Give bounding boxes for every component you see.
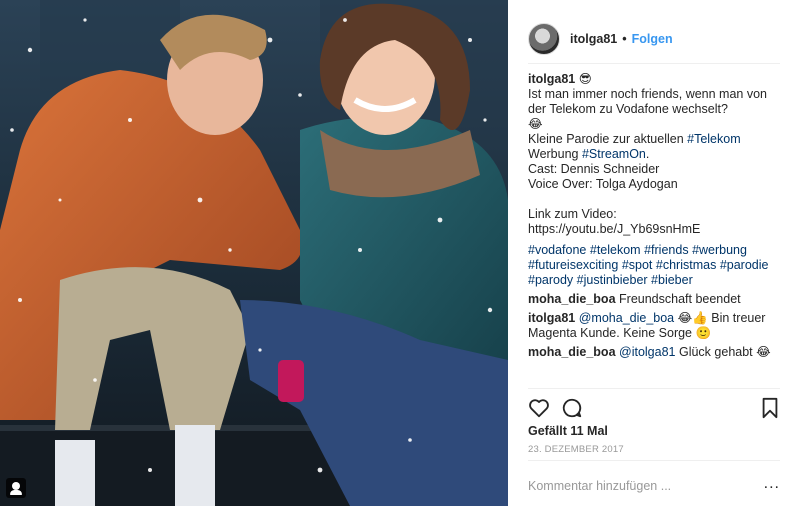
caption-line-3-suffix: . bbox=[645, 147, 650, 161]
caption-line-3-prefix: Werbung bbox=[528, 147, 582, 161]
hashtag-link[interactable]: #parody bbox=[528, 273, 573, 287]
avatar[interactable] bbox=[528, 22, 560, 55]
comment-username[interactable]: moha_die_boa bbox=[528, 292, 616, 306]
user-tag-icon[interactable] bbox=[6, 478, 26, 498]
instagram-post: itolga81 • Folgen itolga81 😎 Ist man imm… bbox=[0, 0, 790, 506]
hashtag-link[interactable]: #StreamOn bbox=[582, 147, 646, 161]
hashtag-link[interactable]: #bieber bbox=[651, 273, 693, 287]
caption-voice-over: Voice Over: Tolga Aydogan bbox=[528, 177, 678, 191]
hashtag-link[interactable]: #friends bbox=[644, 243, 688, 257]
comment: moha_die_boa Freundschaft beendet bbox=[528, 292, 780, 307]
tears-of-joy-emoji: 😂 bbox=[528, 117, 543, 131]
comment: moha_die_boa @itolga81 Glück gehabt 😂 bbox=[528, 345, 780, 360]
post-header: itolga81 • Folgen bbox=[528, 14, 780, 64]
hashtag-link[interactable]: #christmas bbox=[656, 258, 716, 272]
hashtag-link[interactable]: #Telekom bbox=[687, 132, 741, 146]
caption-username[interactable]: itolga81 bbox=[528, 72, 575, 86]
comments-list[interactable]: itolga81 😎 Ist man immer noch friends, w… bbox=[528, 72, 780, 390]
comment-mention[interactable]: @itolga81 bbox=[619, 345, 675, 359]
hashtag-link[interactable]: #werbung bbox=[692, 243, 747, 257]
hashtag-link[interactable]: #telekom bbox=[590, 243, 641, 257]
hashtag-link[interactable]: #futureisexciting bbox=[528, 258, 618, 272]
hashtag-link[interactable]: #parodie bbox=[720, 258, 769, 272]
header-username[interactable]: itolga81 bbox=[570, 32, 617, 46]
comment-mention[interactable]: @moha_die_boa bbox=[579, 311, 674, 325]
hashtag-link[interactable]: #spot bbox=[622, 258, 653, 272]
comment-text: Glück gehabt 😂 bbox=[678, 345, 771, 359]
caption-line-1: Ist man immer noch friends, wenn man von… bbox=[528, 87, 767, 116]
post-photo[interactable] bbox=[0, 0, 508, 506]
caption-link-url: https://youtu.be/J_Yb69snHmE bbox=[528, 222, 701, 236]
speech-bubble-icon[interactable] bbox=[561, 397, 583, 419]
follow-button[interactable]: Folgen bbox=[632, 32, 673, 46]
comment-username[interactable]: moha_die_boa bbox=[528, 345, 616, 359]
photo-illustration bbox=[0, 0, 508, 506]
ellipsis-icon[interactable]: ... bbox=[764, 475, 780, 493]
comment-text: Freundschaft beendet bbox=[619, 292, 741, 306]
hashtag-block: #vodafone #telekom #friends #werbung #fu… bbox=[528, 243, 780, 288]
caption-line-2-prefix: Kleine Parodie zur aktuellen bbox=[528, 132, 688, 146]
heart-outline-icon[interactable] bbox=[528, 397, 550, 419]
caption-cast: Cast: Dennis Schneider bbox=[528, 162, 660, 176]
separator-dot: • bbox=[622, 31, 627, 46]
likes-count[interactable]: Gefällt 11 Mal bbox=[528, 424, 608, 438]
add-comment-bar: Kommentar hinzufügen ... ... bbox=[528, 460, 780, 506]
action-bar bbox=[528, 388, 780, 422]
comment: itolga81 @moha_die_boa 😂👍 Bin treuer Mag… bbox=[528, 311, 780, 341]
comment-username[interactable]: itolga81 bbox=[528, 311, 575, 325]
caption-link-label: Link zum Video: bbox=[528, 207, 617, 221]
bookmark-icon[interactable] bbox=[760, 397, 780, 419]
post-side-panel: itolga81 • Folgen itolga81 😎 Ist man imm… bbox=[508, 0, 790, 506]
hashtag-link[interactable]: #vodafone bbox=[528, 243, 586, 257]
sunglasses-emoji: 😎 bbox=[578, 72, 592, 86]
post-date: 23. DEZEMBER 2017 bbox=[528, 444, 624, 455]
comment-input[interactable]: Kommentar hinzufügen ... bbox=[528, 479, 671, 493]
caption: itolga81 😎 Ist man immer noch friends, w… bbox=[528, 72, 780, 288]
hashtag-link[interactable]: #justinbieber bbox=[577, 273, 648, 287]
